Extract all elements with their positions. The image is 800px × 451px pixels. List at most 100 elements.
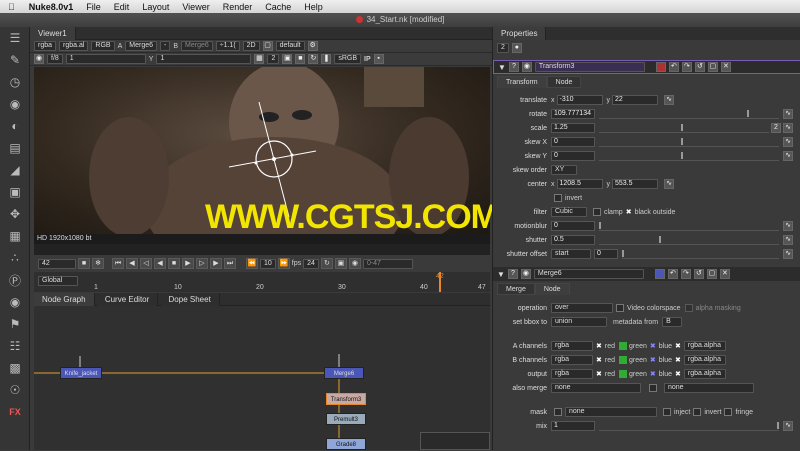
curve-icon[interactable]: ∿ [783,249,793,259]
node-transform3[interactable]: Transform3 [326,393,366,405]
snowflake-icon[interactable]: ❄ [92,258,104,269]
eye-icon[interactable]: ◉ [0,291,30,313]
alpha-masking-checkbox[interactable] [684,304,693,312]
bbox-select[interactable]: union [551,317,607,327]
channel-icon[interactable]: ▤ [0,137,30,159]
rotate-slider[interactable] [599,109,779,119]
skewy-field[interactable]: 0 [551,151,595,161]
menu-viewer[interactable]: Viewer [182,2,209,12]
out-green-checkbox[interactable] [619,370,627,378]
redo-icon[interactable]: ↷ [680,269,691,279]
fps-field[interactable]: 24 [303,258,319,269]
loop-icon[interactable]: ↻ [320,258,333,269]
curve-icon[interactable]: ∿ [783,421,793,431]
b-green-checkbox[interactable] [619,356,627,364]
view-mode-select[interactable]: 2D [242,41,260,51]
max-panels-field[interactable]: 2 [497,43,509,53]
tab-transform[interactable]: Transform [497,76,547,88]
fringe-checkbox[interactable] [724,408,733,416]
also-merge-select-2[interactable]: none [664,383,754,393]
frame-field[interactable]: 42 [38,258,76,269]
center-y-field[interactable]: 553.5 [612,179,658,189]
skip-back-icon[interactable]: ⏪ [246,258,258,269]
clock-icon[interactable]: ◷ [0,71,30,93]
clamp-checkbox[interactable] [593,208,601,216]
metadata-select[interactable]: B [662,317,683,327]
merge6-name-field[interactable]: Merge6 [533,269,644,279]
curve-icon[interactable]: ∿ [783,221,793,231]
scale-field[interactable]: 1.25 [551,123,595,133]
tab-transform-node[interactable]: Node [546,76,582,88]
tag-icon[interactable]: ⚑ [0,313,30,335]
fstop-icon[interactable]: ◉ [34,54,44,64]
timeline-bar[interactable] [34,244,490,255]
transform3-name-field[interactable]: Transform3 [534,62,645,72]
scale-split-button[interactable]: 2 [771,123,781,133]
help-icon[interactable]: ? [508,62,519,72]
collapse-icon[interactable]: ▼ [498,63,506,72]
menu-cache[interactable]: Cache [265,2,291,12]
translate-x-field[interactable]: -310 [556,95,603,105]
brush-icon[interactable]: ✎ [0,49,30,71]
color-swatch-icon[interactable] [655,62,666,72]
grid-icon[interactable]: ▩ [0,357,30,379]
b-channels-select[interactable]: rgba [551,355,593,365]
prev-keyframe-icon[interactable]: ◀ [126,258,138,269]
b-alpha-select[interactable]: rgba.alpha [683,355,726,365]
menu-render[interactable]: Render [223,2,253,12]
proxy-icon[interactable]: ▦ [254,54,265,64]
menu-layout[interactable]: Layout [142,2,169,12]
frame-ruler[interactable]: Global 1 10 20 30 40 47 42 [34,272,490,292]
a-alpha-select[interactable]: rgba.alpha [683,341,726,351]
filter-select[interactable]: Cubic [551,207,587,217]
tab-merge[interactable]: Merge [497,283,535,295]
channel-alpha-select[interactable]: rgba.al [59,41,89,51]
particle-icon[interactable]: ∴ [0,247,30,269]
gamma-field[interactable]: 1 [156,54,252,64]
layer-select[interactable]: RGB [91,41,115,51]
circle-icon[interactable]: ◐ [0,115,30,137]
a-blue-checkbox[interactable]: ✖ [650,342,656,350]
fstop-select[interactable]: f/8 [47,54,63,64]
out-red-checkbox[interactable]: ✖ [596,370,602,378]
float-icon[interactable]: ▢ [707,62,718,72]
out-alpha-checkbox[interactable]: ✖ [675,370,681,378]
filter-icon[interactable]: ◢ [0,159,30,181]
lock-icon[interactable]: ■ [78,258,90,269]
motionblur-slider[interactable] [599,221,779,231]
ip-button[interactable]: IP [364,56,371,63]
node-graph-canvas[interactable]: Knife_jacket Merge6 Transform3 Premult3 … [34,306,490,450]
stop-icon[interactable]: ■ [168,258,180,269]
channels-select[interactable]: rgba [34,41,57,51]
output-select[interactable]: rgba [551,369,593,379]
shutter-offset-slider[interactable] [622,249,779,259]
revert-icon[interactable]: ↺ [694,62,705,72]
lut-select[interactable]: default [275,41,305,51]
black-outside-checkbox[interactable]: ✖ [626,208,632,216]
shutter-slider[interactable] [599,235,779,245]
translate-y-field[interactable]: 22 [612,95,658,105]
lock-icon[interactable]: ■ [295,54,306,64]
step-back-icon[interactable]: ◁ [140,258,152,269]
graph-minimap[interactable] [420,432,490,450]
menu-file[interactable]: File [86,2,101,12]
next-keyframe-icon[interactable]: ▶ [210,258,222,269]
b-blue-checkbox[interactable]: ✖ [650,356,656,364]
skewx-field[interactable]: 0 [551,137,595,147]
step-forward-icon[interactable]: ▷ [196,258,208,269]
proxy-select[interactable]: 2 [267,54,280,64]
zoom-select[interactable]: ÷1.1( [215,41,240,51]
fx-icon[interactable]: FX [0,401,30,423]
node-color-icon[interactable]: ◉ [520,269,531,279]
b-red-checkbox[interactable]: ✖ [596,356,602,364]
mix-slider[interactable] [599,421,779,431]
play-icon[interactable]: ▶ [182,258,194,269]
curve-icon[interactable]: ∿ [664,179,674,189]
curve-icon[interactable]: ∿ [783,109,793,119]
rotate-field[interactable]: 109.777134 [551,109,595,119]
tab-dope-sheet[interactable]: Dope Sheet [160,293,220,306]
overlay-icon[interactable]: ▪ [373,54,384,64]
mask-invert-checkbox[interactable] [693,408,702,416]
cube-icon[interactable]: ▦ [0,225,30,247]
mask-select[interactable]: none [565,407,657,417]
